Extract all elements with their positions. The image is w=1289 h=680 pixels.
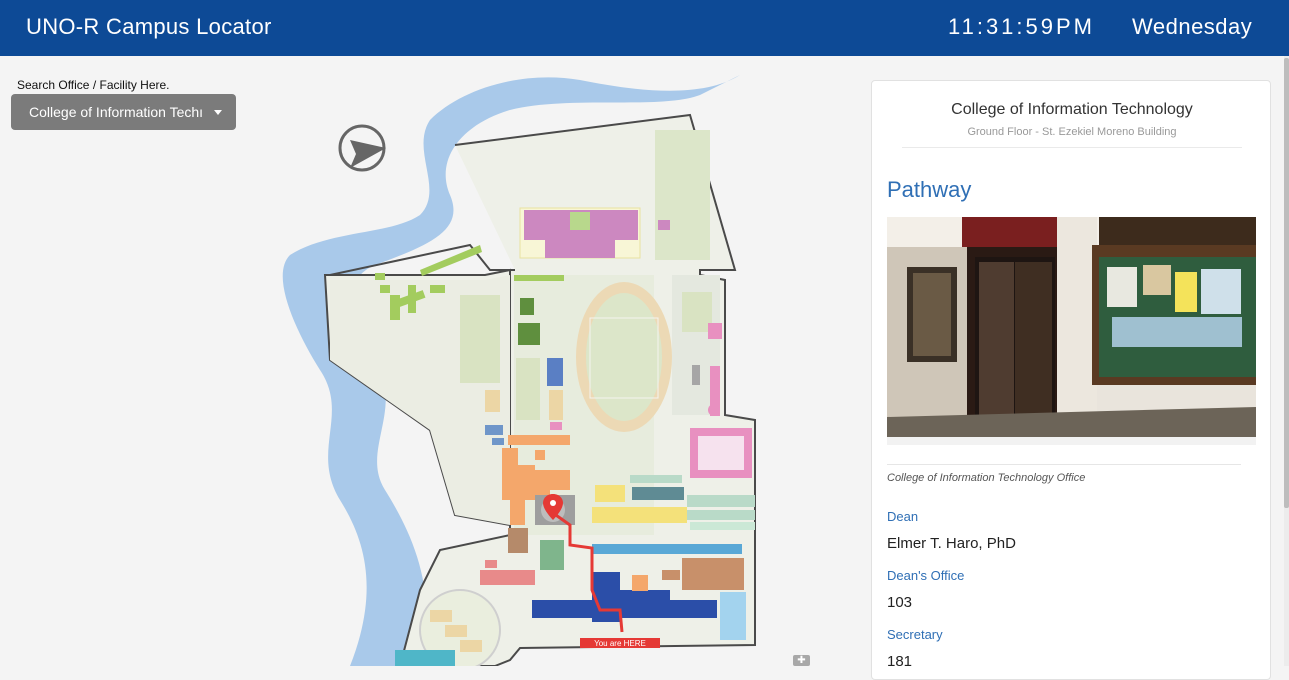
secretary-label: Secretary [887,627,943,642]
office-name: College of Information Technology [951,101,1193,118]
deans-office-label: Dean's Office [887,568,965,583]
scrollbar-thumb[interactable] [1284,58,1289,508]
compass-icon [338,124,386,172]
top-header: UNO-R Campus Locator 11:31:59PM Wednesda… [0,0,1289,56]
dean-label: Dean [887,509,919,524]
clock-time: 11:31:59PM [948,14,1096,39]
divider [902,147,1242,148]
photo-caption: College of Information Technology Office [887,472,1086,484]
secretary-value: 181 [887,653,913,670]
divider [887,464,1241,465]
page-scrollbar[interactable] [1284,56,1289,666]
pathway-heading: Pathway [887,177,972,202]
dean-value: Elmer T. Haro, PhD [887,535,1016,552]
clock-day: Wednesday [1132,14,1253,39]
office-select-dropdown[interactable]: College of Information Techı [11,94,236,130]
campus-map[interactable]: You are HERE [270,70,810,671]
caret-down-icon [214,110,222,115]
search-label: Search Office / Facility Here. [17,78,170,92]
pathway-photo [887,217,1256,445]
office-select-value: College of Information Techı [29,104,204,120]
deans-office-value: 103 [887,594,913,611]
office-details-panel: College of Information Technology Ground… [871,80,1271,680]
zoom-icon[interactable]: ✚ [793,655,810,666]
office-location: Ground Floor - St. Ezekiel Moreno Buildi… [967,126,1177,138]
you-are-here-label: You are HERE [594,639,646,648]
app-title: UNO-R Campus Locator [26,14,272,39]
